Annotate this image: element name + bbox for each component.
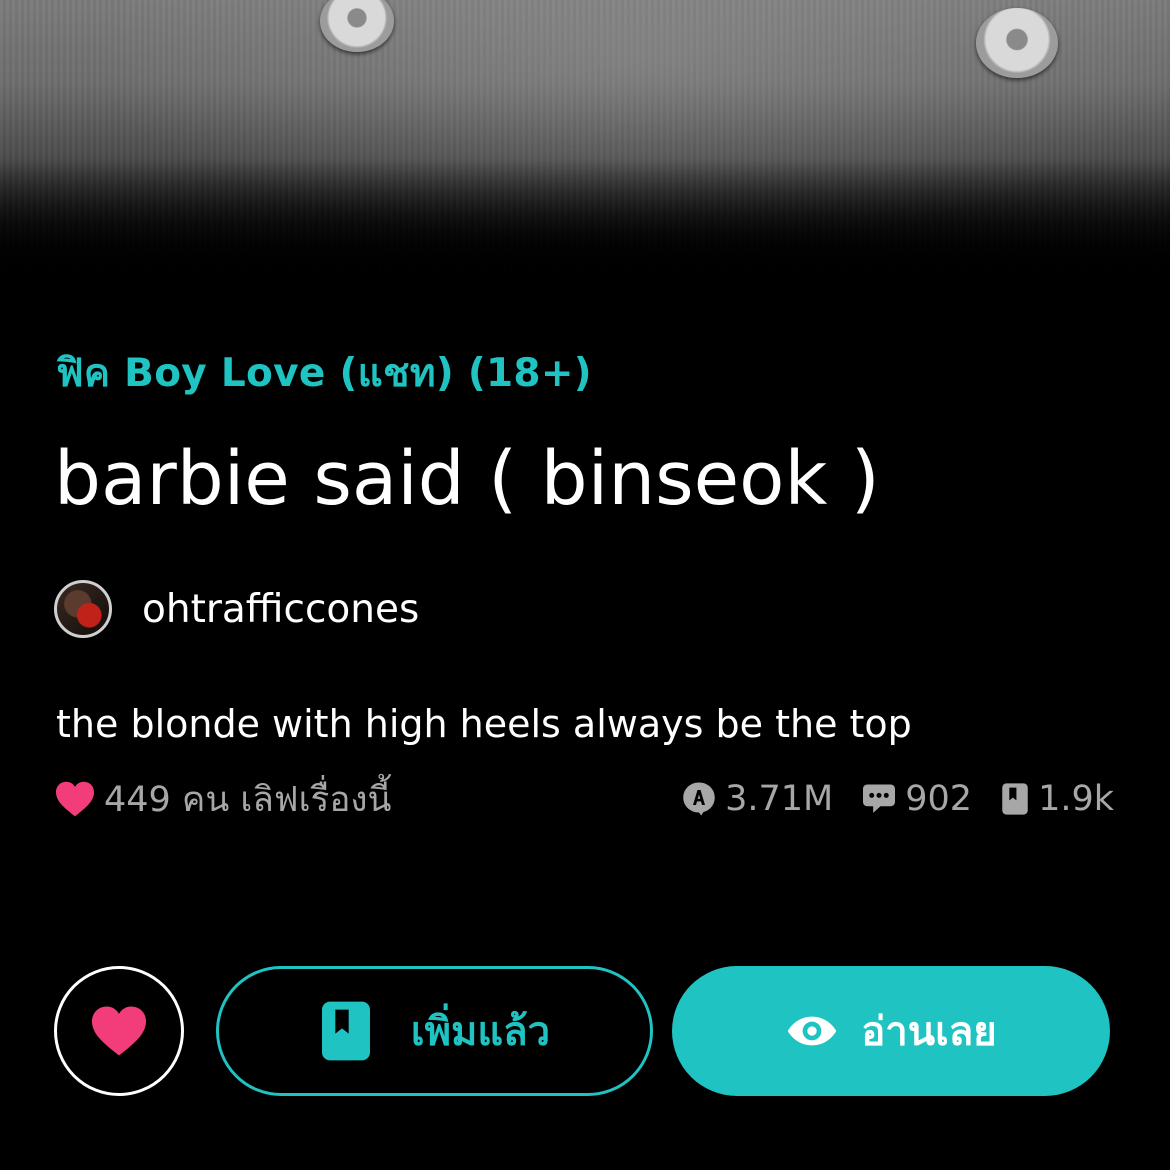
heart-icon xyxy=(92,1006,146,1056)
bookmark-book-icon xyxy=(319,999,373,1063)
reads-badge-icon xyxy=(681,781,717,817)
action-bar: เพิ่มแล้ว อ่านเลย xyxy=(54,966,1114,1096)
add-to-library-label: เพิ่มแล้ว xyxy=(410,1009,551,1055)
author-row[interactable]: ohtrafficcones xyxy=(54,580,419,638)
comments-stat: 902 xyxy=(861,779,972,819)
library-stat: 1.9k xyxy=(1000,779,1114,819)
eye-icon xyxy=(785,1013,839,1049)
cover-rivet xyxy=(976,8,1058,78)
stats-row: 449 คน เลิฟเรื่องนี้ 3.71M 902 1.9k xyxy=(54,774,1114,824)
story-description: the blonde with high heels always be the… xyxy=(56,702,912,746)
love-stat: 449 คน เลิฟเรื่องนี้ xyxy=(54,772,391,827)
comment-bubble-icon xyxy=(861,783,897,815)
read-now-button[interactable]: อ่านเลย xyxy=(672,966,1110,1096)
add-to-library-button[interactable]: เพิ่มแล้ว xyxy=(216,966,653,1096)
story-title: barbie said ( binseok ) xyxy=(54,436,880,522)
read-now-label: อ่านเลย xyxy=(861,1009,997,1055)
bookmark-book-icon xyxy=(1000,782,1030,816)
cover-rivet xyxy=(320,0,394,52)
story-category[interactable]: ฟิค Boy Love (แชท) (18+) xyxy=(56,342,592,404)
comments-count: 902 xyxy=(905,779,973,819)
cover-image xyxy=(0,0,1170,280)
library-count: 1.9k xyxy=(1038,779,1114,819)
heart-icon xyxy=(56,781,94,817)
reads-count: 3.71M xyxy=(725,779,834,819)
love-button[interactable] xyxy=(54,966,184,1096)
love-count-text: 449 คน เลิฟเรื่องนี้ xyxy=(104,779,392,820)
story-stats: 3.71M 902 1.9k xyxy=(653,779,1114,819)
author-name[interactable]: ohtrafficcones xyxy=(142,587,419,632)
reads-stat: 3.71M xyxy=(681,779,833,819)
author-avatar[interactable] xyxy=(54,580,112,638)
story-detail-page: ฟิค Boy Love (แชท) (18+) barbie said ( b… xyxy=(0,0,1170,1170)
